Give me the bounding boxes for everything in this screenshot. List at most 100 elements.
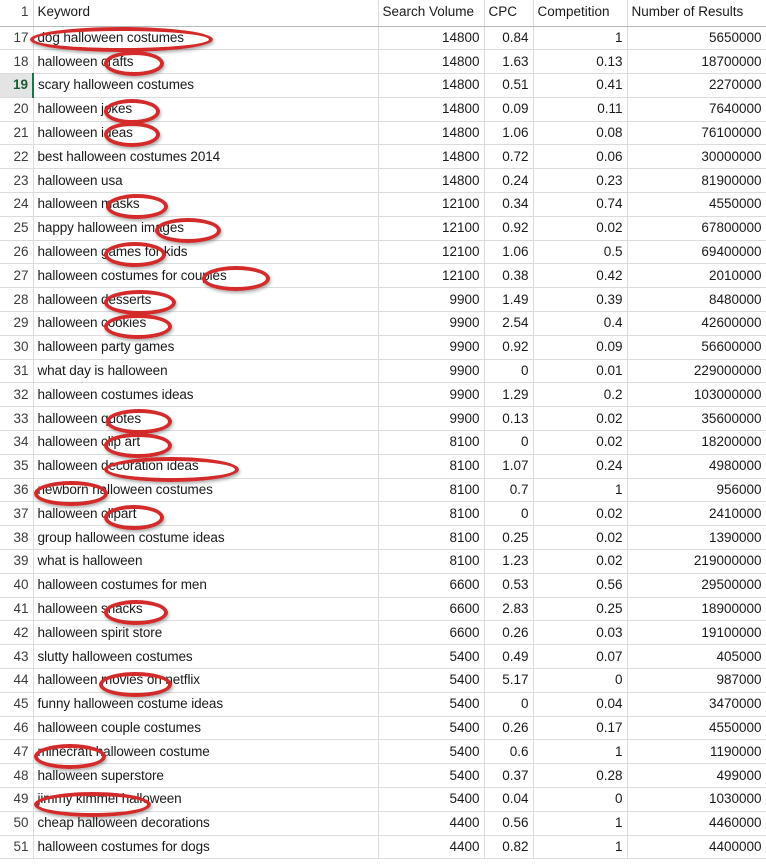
table-row[interactable]: 27 halloween costumes for couples 12100 0.3…: [0, 263, 766, 289]
cell-results[interactable]: 42600000: [627, 311, 766, 336]
cell-results[interactable]: 1030000: [627, 787, 766, 812]
cell-keyword[interactable]: halloween quotes: [33, 406, 379, 432]
cell-results[interactable]: 19100000: [627, 620, 766, 646]
cell-volume[interactable]: 5400: [378, 692, 485, 717]
cell-results[interactable]: 1390000: [627, 525, 766, 551]
row-header-50[interactable]: 50: [0, 811, 34, 836]
table-row[interactable]: 45 funny halloween costume ideas 5400 0 0.04…: [0, 692, 766, 717]
column-header-volume[interactable]: Search Volume: [378, 0, 485, 27]
cell-competition[interactable]: 1: [533, 478, 628, 503]
cell-keyword[interactable]: halloween games for kids: [33, 240, 379, 265]
row-header-36[interactable]: 36: [0, 478, 34, 503]
cell-competition[interactable]: 0.56: [533, 573, 628, 598]
row-header-45[interactable]: 45: [0, 692, 34, 717]
cell-cpc[interactable]: 1.63: [484, 49, 534, 75]
cell-competition[interactable]: 0.02: [533, 406, 628, 432]
cell-keyword[interactable]: halloween movies on netflix: [33, 668, 379, 693]
cell-results[interactable]: 81900000: [627, 168, 766, 194]
cell-volume[interactable]: 8100: [378, 478, 485, 503]
cell-keyword[interactable]: halloween jokes: [33, 97, 379, 122]
cell-keyword[interactable]: halloween snacks: [33, 597, 379, 622]
cell-cpc[interactable]: 0.37: [484, 763, 534, 788]
cell-results[interactable]: 3470000: [627, 692, 766, 717]
cell-volume[interactable]: 8100: [378, 430, 485, 455]
row-header-44[interactable]: 44: [0, 668, 34, 693]
table-row[interactable]: 25 happy halloween images 12100 0.92 0.02 678…: [0, 216, 766, 241]
cell-keyword[interactable]: cheap halloween decorations: [33, 811, 379, 836]
cell-keyword[interactable]: halloween decoration ideas: [33, 454, 379, 479]
column-header-competition[interactable]: Competition: [533, 0, 628, 27]
table-row[interactable]: 34 halloween clip art 8100 0 0.02 18200000: [0, 430, 766, 455]
cell-cpc[interactable]: 0.53: [484, 573, 534, 598]
cell-keyword[interactable]: funny halloween costume ideas: [33, 692, 379, 717]
cell-volume[interactable]: 12100: [378, 216, 485, 241]
cell-competition[interactable]: 0.07: [533, 644, 628, 670]
cell-results[interactable]: 219000000: [627, 549, 766, 574]
cell-volume[interactable]: 6600: [378, 620, 485, 646]
row-header-30[interactable]: 30: [0, 335, 34, 360]
cell-keyword[interactable]: halloween superstore: [33, 763, 379, 788]
row-header-20[interactable]: 20: [0, 97, 34, 122]
cell-keyword[interactable]: halloween costumes ideas: [33, 382, 379, 408]
table-row[interactable]: 41 halloween snacks 6600 2.83 0.25 18900000: [0, 597, 766, 622]
cell-keyword[interactable]: newborn halloween costumes: [33, 478, 379, 503]
cell-cpc[interactable]: 5.17: [484, 668, 534, 693]
cell-volume[interactable]: 8100: [378, 525, 485, 551]
cell-keyword[interactable]: scary halloween costumes: [33, 73, 379, 98]
row-header-41[interactable]: 41: [0, 597, 34, 622]
cell-competition[interactable]: 1: [533, 739, 628, 765]
row-header-51[interactable]: 51: [0, 835, 34, 860]
cell-keyword[interactable]: halloween usa: [33, 168, 379, 194]
cell-cpc[interactable]: 0.82: [484, 835, 534, 860]
cell-cpc[interactable]: 0.25: [484, 525, 534, 551]
column-header-results[interactable]: Number of Results: [627, 0, 766, 27]
row-header-27[interactable]: 27: [0, 263, 34, 289]
cell-keyword[interactable]: what day is halloween: [33, 359, 379, 384]
cell-results[interactable]: 67800000: [627, 216, 766, 241]
cell-cpc[interactable]: 0.13: [484, 406, 534, 432]
cell-volume[interactable]: 5400: [378, 668, 485, 693]
cell-competition[interactable]: 0.5: [533, 240, 628, 265]
cell-volume[interactable]: 9900: [378, 287, 485, 313]
cell-cpc[interactable]: 0.09: [484, 97, 534, 122]
cell-keyword[interactable]: group halloween costume ideas: [33, 525, 379, 551]
row-header-38[interactable]: 38: [0, 525, 34, 551]
row-header-34[interactable]: 34: [0, 430, 34, 455]
cell-results[interactable]: 18200000: [627, 430, 766, 455]
cell-results[interactable]: 18900000: [627, 597, 766, 622]
cell-competition[interactable]: 0.2: [533, 382, 628, 408]
cell-volume[interactable]: 4400: [378, 811, 485, 836]
cell-keyword[interactable]: halloween spirit store: [33, 620, 379, 646]
cell-results[interactable]: 2410000: [627, 501, 766, 527]
cell-keyword[interactable]: what is halloween: [33, 549, 379, 574]
cell-volume[interactable]: 9900: [378, 311, 485, 336]
cell-cpc[interactable]: 0.56: [484, 811, 534, 836]
cell-cpc[interactable]: 0.92: [484, 335, 534, 360]
cell-competition[interactable]: 1: [533, 811, 628, 836]
row-header-18[interactable]: 18: [0, 49, 34, 75]
row-header-49[interactable]: 49: [0, 787, 34, 812]
row-header-42[interactable]: 42: [0, 620, 34, 646]
cell-results[interactable]: 103000000: [627, 382, 766, 408]
table-row[interactable]: 17 dog halloween costumes 14800 0.84 1 565000…: [0, 26, 766, 51]
cell-results[interactable]: 8480000: [627, 287, 766, 313]
cell-results[interactable]: 4460000: [627, 811, 766, 836]
cell-volume[interactable]: 8100: [378, 549, 485, 574]
cell-cpc[interactable]: 0.49: [484, 644, 534, 670]
cell-volume[interactable]: 12100: [378, 263, 485, 289]
table-row[interactable]: 24 halloween masks 12100 0.34 0.74 4550000: [0, 192, 766, 217]
row-header-31[interactable]: 31: [0, 359, 34, 384]
cell-competition[interactable]: 0.02: [533, 216, 628, 241]
cell-cpc[interactable]: 0.04: [484, 787, 534, 812]
cell-volume[interactable]: 5400: [378, 763, 485, 788]
column-header-keyword[interactable]: Keyword: [33, 0, 379, 27]
cell-cpc[interactable]: 1.06: [484, 240, 534, 265]
cell-results[interactable]: 4400000: [627, 835, 766, 860]
cell-competition[interactable]: 0.42: [533, 263, 628, 289]
cell-volume[interactable]: 14800: [378, 168, 485, 194]
cell-cpc[interactable]: 1.49: [484, 287, 534, 313]
cell-cpc[interactable]: 0.51: [484, 73, 534, 98]
cell-cpc[interactable]: 0.84: [484, 26, 534, 51]
cell-cpc[interactable]: 2.54: [484, 311, 534, 336]
cell-keyword[interactable]: happy halloween images: [33, 216, 379, 241]
